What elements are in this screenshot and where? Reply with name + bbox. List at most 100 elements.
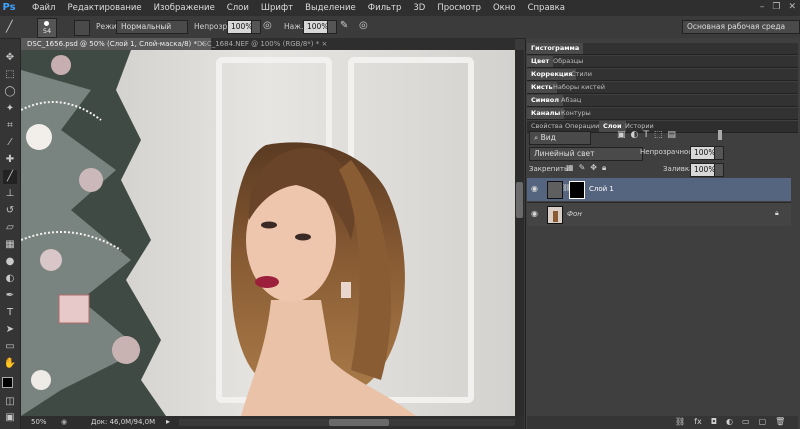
tab-brush-presets[interactable]: Наборы кистей <box>549 82 609 93</box>
filter-type-icon[interactable]: T <box>643 130 649 140</box>
layer-lock-icon: 🔒︎ <box>775 209 779 217</box>
layer-row-background[interactable]: ◉ Фон 🔒︎ <box>527 202 791 226</box>
panel-row-channels: Каналы Контуры <box>527 108 798 120</box>
filter-pixel-icon[interactable]: ▣ <box>617 130 626 140</box>
menu-layers[interactable]: Слои <box>221 0 255 16</box>
eraser-tool-icon[interactable]: ▱ <box>3 221 17 235</box>
document-tabs: DSC_1656.psd @ 50% (Слой 1, Слой-маска/8… <box>21 38 515 50</box>
opacity-dropdown[interactable] <box>251 20 261 34</box>
horizontal-scroll-thumb[interactable] <box>329 419 389 426</box>
delete-layer-icon[interactable]: 🗑︎ <box>775 417 785 426</box>
panel-row-character: Символ Абзац <box>527 95 798 107</box>
menu-edit[interactable]: Редактирование <box>61 0 147 16</box>
vertical-scroll-thumb[interactable] <box>516 182 523 218</box>
pressure-opacity-icon[interactable]: ◎ <box>263 20 277 34</box>
link-layers-icon[interactable]: ⛓ <box>675 417 685 426</box>
fill-dropdown[interactable] <box>714 163 724 177</box>
status-arrow-icon[interactable]: ▸ <box>166 417 170 426</box>
menu-view[interactable]: Просмотр <box>431 0 487 16</box>
layer-thumbnail[interactable] <box>547 206 563 224</box>
pressure-size-icon[interactable]: ◎ <box>359 20 373 34</box>
airbrush-icon[interactable]: ✎ <box>340 20 354 34</box>
menu-type[interactable]: Шрифт <box>255 0 299 16</box>
vertical-scrollbar[interactable] <box>515 50 524 416</box>
dodge-tool-icon[interactable]: ◐ <box>3 272 17 286</box>
tab-swatches[interactable]: Образцы <box>549 56 587 67</box>
brush-panel-toggle[interactable] <box>74 20 90 36</box>
crop-tool-icon[interactable]: ⌗ <box>3 119 17 133</box>
brush-dot-icon <box>44 21 49 26</box>
history-brush-tool-icon[interactable]: ↺ <box>3 204 17 218</box>
filter-smart-icon[interactable]: ▤ <box>667 130 676 140</box>
lock-position-icon[interactable]: ✥ <box>590 163 597 173</box>
layer-name[interactable]: Слой 1 <box>589 185 614 193</box>
panel-row-color: Цвет Образцы <box>527 56 798 68</box>
lock-transparency-icon[interactable]: ▦ <box>566 163 574 173</box>
brush-tool-icon[interactable]: ╱ <box>3 170 17 184</box>
pen-tool-icon[interactable]: ✒ <box>3 289 17 303</box>
tab-histogram[interactable]: Гистограмма <box>527 43 584 54</box>
move-tool-icon[interactable]: ✥ <box>3 51 17 65</box>
filter-shape-icon[interactable]: ⬚ <box>654 130 663 140</box>
menu-window[interactable]: Окно <box>487 0 522 16</box>
layer-filter-select[interactable]: ⌕ Вид <box>529 131 591 145</box>
eyedropper-tool-icon[interactable]: ⁄ <box>3 136 17 150</box>
shape-tool-icon[interactable]: ▭ <box>3 340 17 354</box>
quick-mask-icon[interactable]: ◫ <box>3 395 17 409</box>
tab-styles[interactable]: Стили <box>567 69 596 80</box>
layer-opacity-dropdown[interactable] <box>714 146 724 160</box>
visibility-eye-icon[interactable]: ◉ <box>531 209 538 218</box>
tab-paths[interactable]: Контуры <box>557 108 595 119</box>
new-layer-icon[interactable]: ▢ <box>759 417 767 426</box>
new-group-icon[interactable]: ▭ <box>742 417 750 426</box>
healing-brush-tool-icon[interactable]: ✚ <box>3 153 17 167</box>
add-mask-icon[interactable]: ◘ <box>711 417 717 426</box>
clone-stamp-tool-icon[interactable]: ⊥ <box>3 187 17 201</box>
menu-image[interactable]: Изображение <box>148 0 221 16</box>
mode-select[interactable]: Нормальный <box>116 20 188 34</box>
marquee-tool-icon[interactable]: ⬚ <box>3 68 17 82</box>
document-canvas[interactable] <box>21 50 515 416</box>
lasso-tool-icon[interactable]: ◯ <box>3 85 17 99</box>
screen-mode-icon[interactable]: ▣ <box>3 411 17 425</box>
layer-row-layer1[interactable]: ◉ ⛓ Слой 1 <box>527 178 791 201</box>
menu-select[interactable]: Выделение <box>299 0 362 16</box>
brush-tool-icon[interactable]: ╱ <box>6 20 22 34</box>
lock-icons: ▦ ✎ ✥ 🔒︎ <box>566 163 606 173</box>
path-select-tool-icon[interactable]: ➤ <box>3 323 17 337</box>
close-button[interactable]: ✕ <box>788 2 796 12</box>
lock-pixels-icon[interactable]: ✎ <box>579 163 586 173</box>
tab-dsc1684[interactable]: DSC_1684.NEF @ 100% (RGB/8*) * × <box>191 38 333 50</box>
status-menu-icon[interactable]: ◉ <box>61 418 67 426</box>
brush-preset-picker[interactable]: 54 <box>37 18 57 38</box>
filter-toggle[interactable] <box>718 130 722 140</box>
blur-tool-icon[interactable]: ● <box>3 255 17 269</box>
fx-icon[interactable]: fx <box>694 417 702 426</box>
foreground-color-swatch[interactable] <box>2 377 13 388</box>
visibility-eye-icon[interactable]: ◉ <box>531 184 538 193</box>
workspace-select[interactable]: Основная рабочая среда <box>682 20 800 34</box>
horizontal-scrollbar[interactable] <box>179 419 515 426</box>
layer-name[interactable]: Фон <box>567 210 582 218</box>
menu-3d[interactable]: 3D <box>407 0 431 16</box>
tab-paragraph[interactable]: Абзац <box>557 95 585 106</box>
new-adjustment-icon[interactable]: ◐ <box>726 417 733 426</box>
zoom-level[interactable]: 50% <box>31 418 47 426</box>
window-controls: – ❐ ✕ <box>760 2 796 12</box>
type-tool-icon[interactable]: T <box>3 306 17 320</box>
minimize-button[interactable]: – <box>760 2 765 12</box>
lock-all-icon[interactable]: 🔒︎ <box>602 163 606 173</box>
menu-filter[interactable]: Фильтр <box>362 0 408 16</box>
menu-help[interactable]: Справка <box>522 0 571 16</box>
tab-dsc1656[interactable]: DSC_1656.psd @ 50% (Слой 1, Слой-маска/8… <box>21 38 212 50</box>
layer-thumbnail[interactable] <box>547 181 563 199</box>
hand-tool-icon[interactable]: ✋ <box>3 357 17 371</box>
menu-file[interactable]: Файл <box>26 0 61 16</box>
layer-mask-thumbnail[interactable] <box>569 181 585 199</box>
blend-mode-select[interactable]: Линейный свет <box>529 147 643 161</box>
filter-adjustment-icon[interactable]: ◐ <box>631 130 639 140</box>
restore-button[interactable]: ❐ <box>772 2 780 12</box>
gradient-tool-icon[interactable]: ▦ <box>3 238 17 252</box>
quick-select-tool-icon[interactable]: ✦ <box>3 102 17 116</box>
flow-dropdown[interactable] <box>327 20 337 34</box>
